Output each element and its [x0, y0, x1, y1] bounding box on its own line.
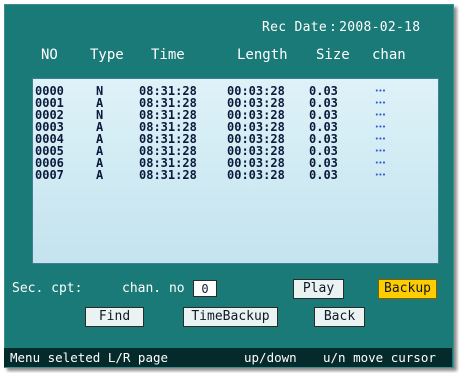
chan-no-label: chan. no: [122, 281, 185, 296]
column-header-type: Type: [90, 47, 124, 63]
channel-marker-icon: [375, 161, 386, 164]
channel-marker-icon: [375, 149, 386, 152]
record-no: 0007: [35, 168, 64, 182]
find-button[interactable]: Find: [85, 307, 144, 327]
record-list[interactable]: 0000 N 08:31:28 00:03:28 0.03 0001 A 08:…: [32, 78, 439, 264]
column-header-chan: chan: [372, 47, 406, 63]
channel-marker-icon: [375, 101, 386, 104]
channel-marker-icon: [375, 113, 386, 116]
column-header-no: NO: [41, 47, 58, 63]
status-bar: Menu seleted L/R page up/down u/n move c…: [4, 348, 452, 367]
channel-marker-icon: [375, 125, 386, 128]
rec-date-value: 2008-02-18: [339, 20, 421, 35]
chan-no-input[interactable]: 0: [193, 280, 217, 297]
column-header-time: Time: [151, 47, 185, 63]
record-row[interactable]: 0007 A 08:31:28 00:03:28 0.03: [33, 169, 438, 181]
play-button[interactable]: Play: [293, 279, 344, 299]
channel-marker-icon: [375, 89, 386, 92]
rec-date: Rec Date:2008-02-18: [262, 20, 420, 35]
cursor-hint: u/n move cursor: [323, 350, 436, 365]
time-backup-button[interactable]: TimeBackup: [183, 307, 278, 327]
back-button[interactable]: Back: [314, 307, 365, 327]
menu-hint: Menu seleted L/R page: [10, 350, 169, 365]
record-length: 00:03:28: [227, 168, 285, 182]
column-header-length: Length: [237, 47, 288, 63]
column-header-size: Size: [316, 47, 350, 63]
backup-button[interactable]: Backup: [378, 279, 437, 299]
updown-hint: up/down: [244, 350, 297, 365]
channel-marker-icon: [375, 173, 386, 176]
record-time: 08:31:28: [139, 168, 197, 182]
sec-cpt-label: Sec. cpt:: [12, 281, 83, 296]
channel-marker-icon: [375, 137, 386, 140]
rec-date-separator: :: [329, 20, 338, 35]
rec-date-label: Rec Date: [262, 20, 328, 35]
record-type: A: [96, 168, 104, 182]
record-size: 0.03: [309, 168, 338, 182]
